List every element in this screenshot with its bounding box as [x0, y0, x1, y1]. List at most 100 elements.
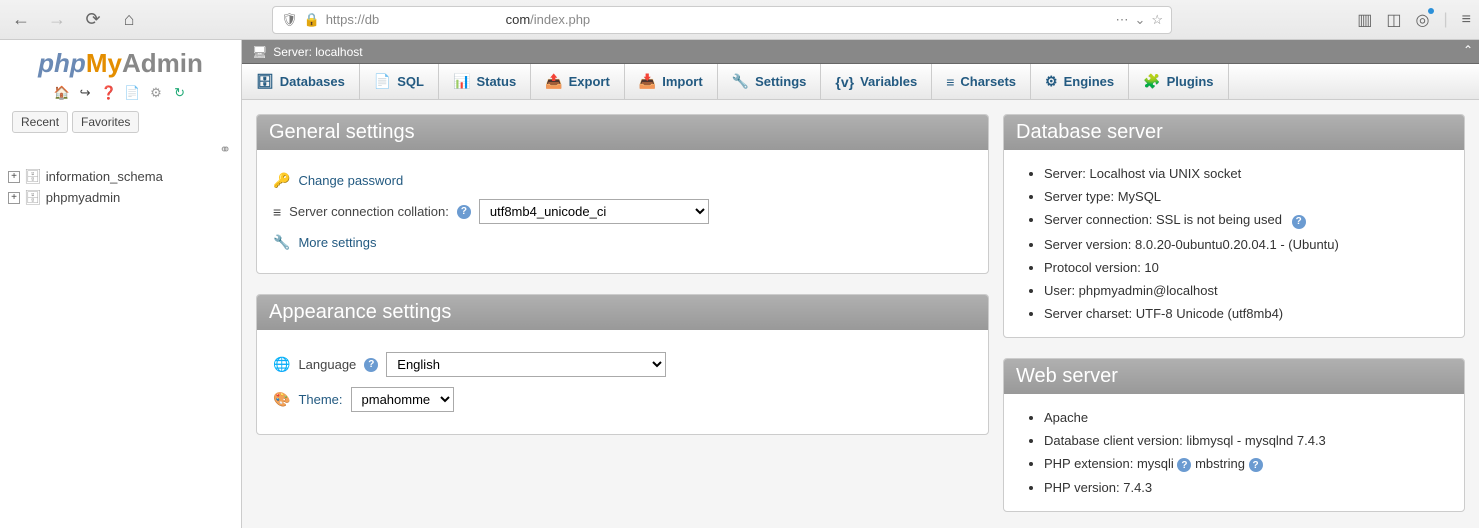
help-icon[interactable]: ?: [1177, 458, 1191, 472]
panel-title: General settings: [257, 115, 988, 150]
expand-icon[interactable]: +: [8, 171, 20, 183]
tab-label: Engines: [1064, 74, 1115, 89]
panel-title: Database server: [1004, 115, 1464, 150]
collation-select[interactable]: utf8mb4_unicode_ci: [479, 199, 709, 224]
info-item: Database client version: libmysql - mysq…: [1044, 429, 1448, 452]
database-icon: 🗄: [24, 189, 42, 206]
docs-icon[interactable]: ❓: [101, 85, 117, 101]
change-password-link[interactable]: Change password: [298, 173, 403, 188]
info-item: Server version: 8.0.20-0ubuntu0.20.04.1 …: [1044, 233, 1448, 256]
tab-favorites[interactable]: Favorites: [72, 111, 139, 133]
sidebar-quick-icons: 🏠 ↪ ❓ 📄 ⚙ ↻: [0, 85, 241, 101]
tab-import[interactable]: 📥 Import: [625, 64, 718, 99]
help-icon[interactable]: ?: [1292, 215, 1306, 229]
tab-label: SQL: [397, 74, 424, 89]
info-item: Server charset: UTF-8 Unicode (utf8mb4): [1044, 302, 1448, 325]
tab-label: Import: [662, 74, 702, 89]
sidebar: phpMyAdmin 🏠 ↪ ❓ 📄 ⚙ ↻ Recent Favorites …: [0, 40, 242, 528]
phpmyadmin-logo[interactable]: phpMyAdmin: [0, 48, 241, 79]
settings-icon[interactable]: ⚙: [148, 85, 164, 101]
info-item: Server connection: SSL is not being used…: [1044, 208, 1448, 233]
sidebar-icon[interactable]: ◫: [1386, 10, 1401, 30]
reload-nav-icon[interactable]: ↻: [172, 85, 188, 101]
import-icon: 📥: [639, 73, 656, 90]
panel-title: Appearance settings: [257, 295, 988, 330]
tab-variables[interactable]: {v}Variables: [821, 64, 932, 99]
info-item: Apache: [1044, 406, 1448, 429]
server-label: Server: localhost: [273, 45, 362, 59]
lock-icon: 🔒: [304, 12, 320, 28]
tab-settings[interactable]: 🔧 Settings: [718, 64, 822, 99]
tab-label: Plugins: [1167, 74, 1214, 89]
account-icon[interactable]: ◎: [1416, 10, 1430, 30]
general-settings-panel: General settings 🔑 Change password ≡ Ser…: [256, 114, 989, 274]
tree-item-label: phpmyadmin: [46, 190, 120, 205]
appearance-settings-panel: Appearance settings 🌐 Language ? English…: [256, 294, 989, 435]
tab-label: Status: [476, 74, 516, 89]
address-bar[interactable]: 🛡 🔒 https://db com/index.php ⋯ ⌄ ☆: [272, 6, 1172, 34]
info-item: User: phpmyadmin@localhost: [1044, 279, 1448, 302]
help-icon[interactable]: ?: [457, 205, 471, 219]
language-label: Language: [298, 357, 356, 372]
link-icon[interactable]: ⚭: [0, 137, 241, 162]
tab-recent[interactable]: Recent: [12, 111, 68, 133]
wrench-icon: 🔧: [273, 234, 290, 251]
engines-icon: ⚙: [1045, 73, 1058, 90]
tab-sql[interactable]: 📄 SQL: [360, 64, 439, 99]
expand-icon[interactable]: +: [8, 192, 20, 204]
info-item: PHP version: 7.4.3: [1044, 476, 1448, 499]
home-icon[interactable]: 🏠: [53, 85, 69, 101]
pocket-icon[interactable]: ⌄: [1134, 12, 1145, 28]
main-panel: 🖥 Server: localhost ⌃ 🗄 Databases 📄 SQL 📊 Sta…: [242, 40, 1479, 528]
server-breadcrumb[interactable]: 🖥 Server: localhost ⌃: [242, 40, 1479, 64]
tab-label: Variables: [860, 74, 917, 89]
tab-label: Settings: [755, 74, 806, 89]
tab-export[interactable]: 📤Export: [531, 64, 625, 99]
tree-item[interactable]: + 🗄 phpmyadmin: [8, 187, 233, 208]
info-item: Server type: MySQL: [1044, 185, 1448, 208]
collation-icon: ≡: [273, 204, 281, 220]
forward-button[interactable]: →: [44, 7, 70, 33]
logout-icon[interactable]: ↪: [77, 85, 93, 101]
back-button[interactable]: ←: [8, 7, 34, 33]
tab-status[interactable]: 📊 Status: [439, 64, 531, 99]
browser-toolbar: ← → ⟳ ⌂ 🛡 🔒 https://db com/index.php ⋯ ⌄…: [0, 0, 1479, 40]
tab-label: Charsets: [960, 74, 1016, 89]
divider: |: [1444, 11, 1448, 29]
info-item: Protocol version: 10: [1044, 256, 1448, 279]
page-actions-icon[interactable]: ⋯: [1115, 12, 1128, 28]
library-icon[interactable]: ▥: [1357, 10, 1372, 30]
sql-icon: 📄: [374, 73, 391, 90]
tab-databases[interactable]: 🗄 Databases: [242, 64, 360, 99]
bookmark-star-icon[interactable]: ☆: [1151, 12, 1163, 28]
more-settings-link[interactable]: More settings: [298, 235, 376, 250]
tab-label: Databases: [280, 74, 345, 89]
tab-engines[interactable]: ⚙ Engines: [1031, 64, 1129, 99]
main-tabs: 🗄 Databases 📄 SQL 📊 Status 📤Export 📥 Import 🔧 Sett…: [242, 64, 1479, 100]
tree-item-label: information_schema: [46, 169, 163, 184]
server-icon: 🖥: [252, 45, 267, 59]
home-button[interactable]: ⌂: [116, 7, 142, 33]
theme-icon: 🎨: [273, 391, 290, 408]
language-select[interactable]: English: [386, 352, 666, 377]
menu-icon[interactable]: ≡: [1462, 11, 1471, 29]
shield-icon: 🛡: [281, 12, 298, 28]
sql-icon[interactable]: 📄: [124, 85, 140, 101]
theme-label[interactable]: Theme:: [298, 392, 342, 407]
help-icon[interactable]: ?: [1249, 458, 1263, 472]
theme-select[interactable]: pmahomme: [351, 387, 454, 412]
collapse-panel-icon[interactable]: ⌃: [1463, 43, 1473, 57]
tab-charsets[interactable]: ≡Charsets: [932, 64, 1031, 99]
url-text: https://db com/index.php: [326, 12, 1110, 27]
settings-icon: 🔧: [732, 73, 749, 90]
reload-button[interactable]: ⟳: [80, 7, 106, 33]
tab-label: Export: [569, 74, 610, 89]
databases-icon: 🗄: [256, 73, 274, 90]
help-icon[interactable]: ?: [364, 358, 378, 372]
language-icon: 🌐: [273, 356, 290, 373]
tab-plugins[interactable]: 🧩Plugins: [1129, 64, 1228, 99]
status-icon: 📊: [453, 73, 470, 90]
tree-item[interactable]: + 🗄 information_schema: [8, 166, 233, 187]
password-icon: 🔑: [273, 172, 290, 189]
info-item: Server: Localhost via UNIX socket: [1044, 162, 1448, 185]
